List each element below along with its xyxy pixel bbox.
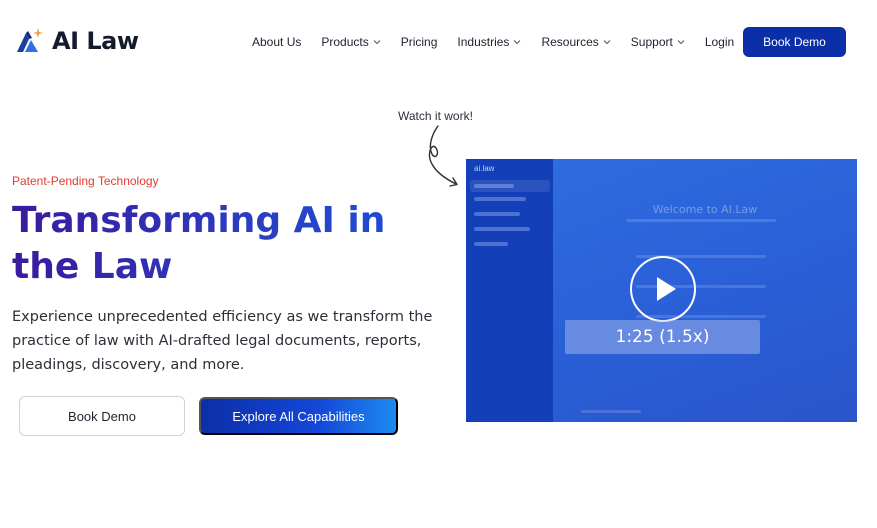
video-app-brand: ai.law: [474, 164, 495, 173]
play-icon[interactable]: [630, 256, 696, 322]
curved-arrow-icon: [428, 125, 458, 187]
nav-label: Products: [321, 35, 369, 49]
chevron-down-icon: [677, 40, 685, 45]
nav-login[interactable]: Login: [705, 35, 734, 49]
ai-law-logo-icon: [14, 26, 44, 56]
logo[interactable]: AI Law: [14, 26, 139, 56]
video-app-title: Welcome to AI.Law: [652, 203, 758, 216]
nav-label: Resources: [541, 35, 599, 49]
demo-video-player[interactable]: ai.law Welcome to AI.Law 1:25 (1.5x): [466, 159, 857, 422]
video-sidebar-item: [474, 212, 520, 216]
chevron-down-icon: [514, 40, 521, 45]
nav-support[interactable]: Support: [631, 35, 685, 49]
video-speed-overlay: 1:25 (1.5x): [565, 320, 760, 354]
nav-label: Support: [630, 35, 673, 49]
nav-pricing[interactable]: Pricing: [401, 35, 438, 49]
hero-eyebrow: Patent-Pending Technology: [12, 174, 159, 188]
video-app-sidebar: ai.law: [466, 159, 553, 422]
book-demo-button[interactable]: Book Demo: [19, 396, 185, 436]
nav-label: Pricing: [400, 35, 438, 49]
nav-industries[interactable]: Industries: [457, 35, 521, 49]
nav-label: About Us: [252, 35, 302, 49]
chevron-down-icon: [373, 40, 381, 45]
video-sidebar-item: [474, 197, 526, 201]
brand-name: AI Law: [52, 27, 139, 55]
nav-about-us[interactable]: About Us: [252, 35, 301, 49]
nav-products[interactable]: Products: [321, 35, 381, 49]
hero-subtext: Experience unprecedented efficiency as w…: [12, 309, 433, 373]
nav-label: Industries: [457, 35, 510, 49]
hero-headline: Transforming AI in the Law: [12, 198, 432, 290]
explore-capabilities-button[interactable]: Explore All Capabilities: [199, 397, 398, 435]
watch-it-work-label: Watch it work!: [398, 109, 473, 123]
video-ghost-line: [581, 410, 641, 413]
nav-resources[interactable]: Resources: [541, 35, 611, 49]
video-sidebar-item: [474, 227, 530, 231]
video-sidebar-item: [474, 242, 508, 246]
nav-label: Login: [704, 35, 735, 49]
main-nav: About Us Products Pricing Industries Res…: [252, 28, 754, 56]
book-demo-nav-button[interactable]: Book Demo: [743, 27, 846, 57]
video-sidebar-item: [474, 184, 514, 188]
video-ghost-line: [626, 219, 776, 222]
chevron-down-icon: [603, 40, 611, 45]
